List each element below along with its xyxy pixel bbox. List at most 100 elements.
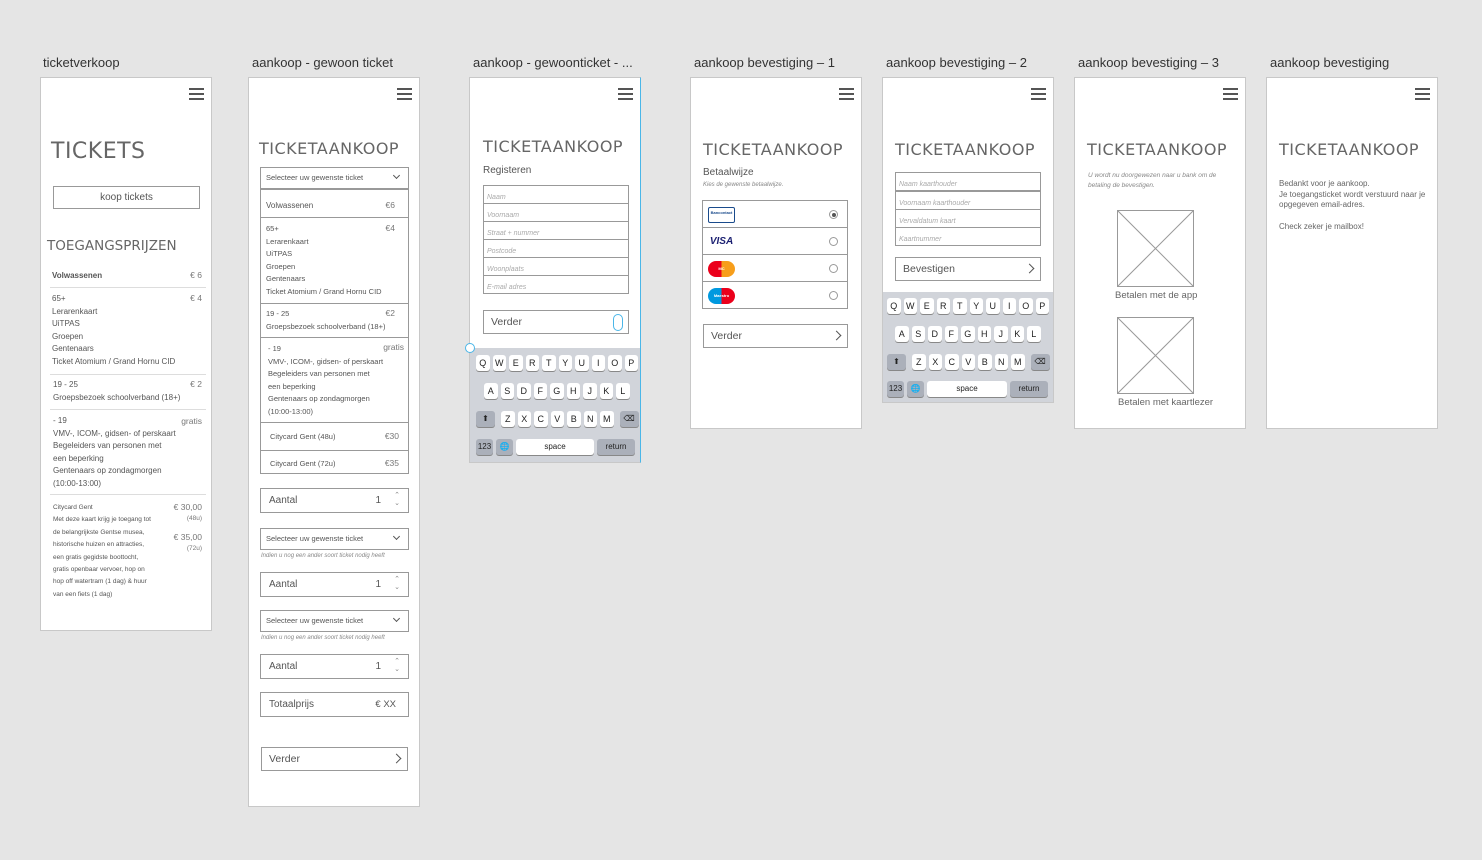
shift-key-icon[interactable]: ⬆ <box>887 354 906 370</box>
space-key[interactable]: space <box>927 381 1007 397</box>
return-key[interactable]: return <box>1010 381 1048 397</box>
verder-button[interactable]: Verder <box>261 747 408 771</box>
key[interactable]: S <box>500 383 514 399</box>
key[interactable]: Q <box>887 298 901 314</box>
key[interactable]: P <box>1035 298 1049 314</box>
stepper-arrows-icon[interactable]: ⌃ ⌄ <box>394 658 400 674</box>
key[interactable]: C <box>534 411 548 427</box>
key[interactable]: V <box>961 354 975 370</box>
pay-app-label[interactable]: Betalen met de app <box>1115 290 1197 301</box>
hamburger-menu-icon[interactable] <box>189 88 204 100</box>
naam-field[interactable]: Naam <box>483 185 629 204</box>
key[interactable]: X <box>928 354 942 370</box>
key[interactable]: P <box>624 355 638 371</box>
koop-tickets-button[interactable]: koop tickets <box>53 186 200 209</box>
key[interactable]: S <box>911 326 925 342</box>
verder-button[interactable]: Verder <box>483 310 629 334</box>
hamburger-menu-icon[interactable] <box>1223 88 1238 100</box>
key[interactable]: G <box>961 326 975 342</box>
hamburger-menu-icon[interactable] <box>618 88 633 100</box>
key[interactable]: A <box>895 326 909 342</box>
globe-key-icon[interactable]: 🌐 <box>496 439 513 455</box>
hamburger-menu-icon[interactable] <box>1031 88 1046 100</box>
payment-option-mastercard[interactable]: MC <box>702 254 848 282</box>
hamburger-menu-icon[interactable] <box>397 88 412 100</box>
key[interactable]: K <box>599 383 613 399</box>
key[interactable]: F <box>533 383 547 399</box>
ticket-select[interactable]: Selecteer uw gewenste ticket <box>260 167 409 189</box>
radio-selected[interactable] <box>829 210 838 219</box>
payment-option-visa[interactable]: VISA <box>702 227 848 255</box>
ticket-select-2[interactable]: Selecteer uw gewenste ticket <box>260 528 409 550</box>
voornaam-field[interactable]: Voornaam <box>483 203 629 222</box>
key[interactable]: A <box>484 383 498 399</box>
key[interactable]: Y <box>969 298 983 314</box>
key[interactable]: W <box>903 298 917 314</box>
key[interactable]: J <box>583 383 597 399</box>
key[interactable]: Y <box>558 355 572 371</box>
key[interactable]: O <box>608 355 622 371</box>
key[interactable]: Z <box>912 354 926 370</box>
woonplaats-field[interactable]: Woonplaats <box>483 257 629 276</box>
space-key[interactable]: space <box>516 439 594 455</box>
key[interactable]: L <box>616 383 630 399</box>
app-image-placeholder[interactable] <box>1117 210 1194 287</box>
key[interactable]: X <box>517 411 531 427</box>
postcode-field[interactable]: Postcode <box>483 239 629 258</box>
globe-key-icon[interactable]: 🌐 <box>907 381 924 397</box>
vervaldatum-field[interactable]: Vervaldatum kaart <box>895 209 1041 228</box>
key[interactable]: E <box>509 355 523 371</box>
key[interactable]: R <box>525 355 539 371</box>
key[interactable]: R <box>936 298 950 314</box>
key[interactable]: U <box>575 355 589 371</box>
radio[interactable] <box>829 237 838 246</box>
key[interactable]: M <box>1011 354 1025 370</box>
key[interactable]: O <box>1019 298 1033 314</box>
payment-option-bancontact[interactable]: Bancontact <box>702 200 848 228</box>
kaartnummer-field[interactable]: Kaartnummer <box>895 227 1041 246</box>
key[interactable]: D <box>928 326 942 342</box>
key[interactable]: N <box>583 411 597 427</box>
key[interactable]: K <box>1010 326 1024 342</box>
option-label[interactable]: Citycard Gent (72u) <box>270 458 335 471</box>
payment-option-maestro[interactable]: Maestro <box>702 281 848 309</box>
key[interactable]: H <box>566 383 580 399</box>
numbers-key[interactable]: 123 <box>887 381 904 397</box>
key[interactable]: T <box>542 355 556 371</box>
verder-button[interactable]: Verder <box>703 324 848 348</box>
key[interactable]: E <box>920 298 934 314</box>
hamburger-menu-icon[interactable] <box>839 88 854 100</box>
stepper-arrows-icon[interactable]: ⌃ ⌄ <box>394 576 400 592</box>
key[interactable]: N <box>994 354 1008 370</box>
key[interactable]: L <box>1027 326 1041 342</box>
numbers-key[interactable]: 123 <box>476 439 493 455</box>
backspace-key-icon[interactable]: ⌫ <box>1030 354 1050 370</box>
email-field[interactable]: E-mail adres <box>483 275 629 294</box>
key[interactable]: M <box>600 411 614 427</box>
key[interactable]: F <box>944 326 958 342</box>
quantity-stepper-3[interactable]: Aantal 1 ⌃ ⌄ <box>260 654 409 679</box>
shift-key-icon[interactable]: ⬆ <box>476 411 495 427</box>
key[interactable]: W <box>492 355 506 371</box>
option-label[interactable]: Volwassenen <box>266 200 313 213</box>
kaarthouder-voornaam-field[interactable]: Voornaam kaarthouder <box>895 191 1041 210</box>
kaarthouder-naam-field[interactable]: Naam kaarthouder <box>895 172 1041 191</box>
key[interactable]: C <box>945 354 959 370</box>
ticket-select-3[interactable]: Selecteer uw gewenste ticket <box>260 610 409 632</box>
stepper-arrows-icon[interactable]: ⌃ ⌄ <box>394 492 400 508</box>
hamburger-menu-icon[interactable] <box>1415 88 1430 100</box>
key[interactable]: I <box>1002 298 1016 314</box>
option-label[interactable]: 19 - 25 Groepsbezoek schoolverband (18+) <box>266 308 385 333</box>
quantity-stepper-2[interactable]: Aantal 1 ⌃ ⌄ <box>260 572 409 597</box>
option-label[interactable]: Citycard Gent (48u) <box>270 431 335 444</box>
key[interactable]: H <box>977 326 991 342</box>
key[interactable]: D <box>517 383 531 399</box>
backspace-key-icon[interactable]: ⌫ <box>619 411 639 427</box>
key[interactable]: T <box>953 298 967 314</box>
key[interactable]: U <box>986 298 1000 314</box>
key[interactable]: I <box>591 355 605 371</box>
radio[interactable] <box>829 264 838 273</box>
key[interactable]: B <box>567 411 581 427</box>
quantity-stepper[interactable]: Aantal 1 ⌃ ⌄ <box>260 488 409 513</box>
option-label[interactable]: - 19 VMV-, ICOM-, gidsen- of perskaart B… <box>268 343 383 418</box>
